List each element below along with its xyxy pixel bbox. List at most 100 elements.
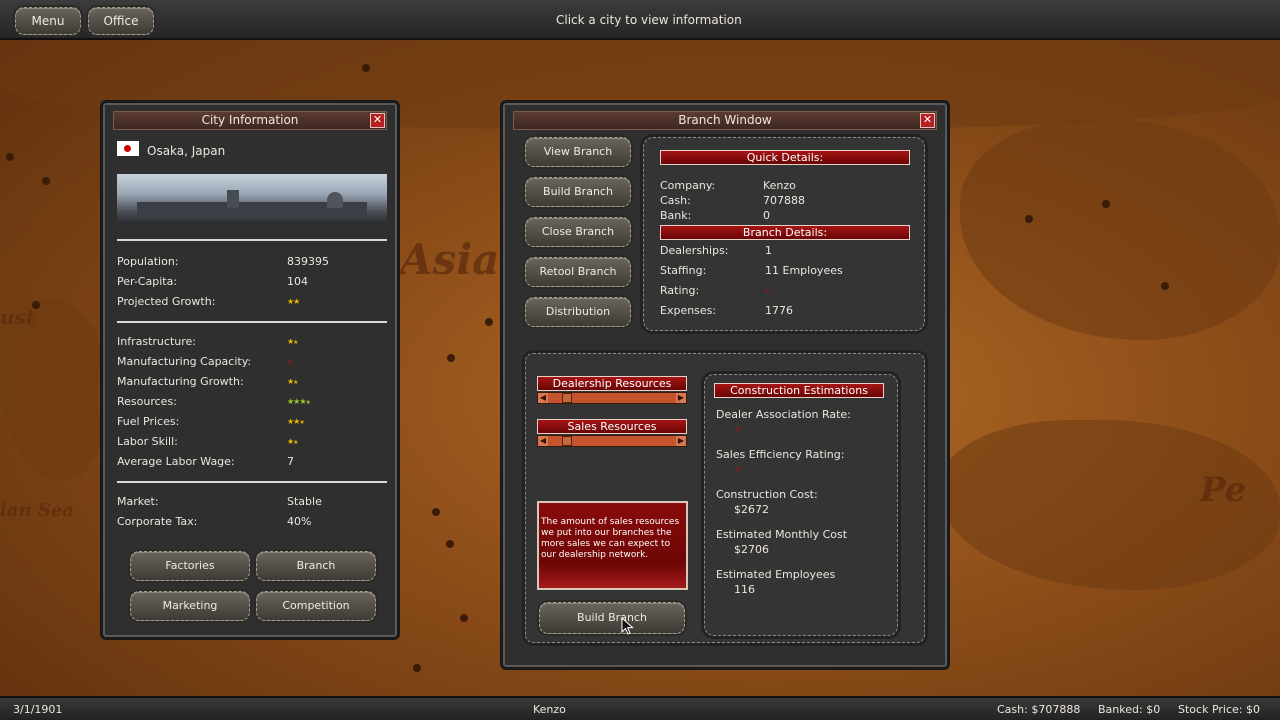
dealership-resources-slider[interactable]: ◀ ▶ — [537, 392, 687, 404]
sales-resources-slider[interactable]: ◀ ▶ — [537, 435, 687, 447]
map-label-right: Pe — [1200, 470, 1247, 510]
city-marker[interactable] — [42, 177, 50, 185]
employees-value: 116 — [734, 583, 755, 596]
quick-details-panel: Quick Details: Company: Kenzo Cash: 7078… — [643, 137, 925, 331]
slider-right-arrow-icon[interactable]: ▶ — [676, 436, 686, 446]
competition-button[interactable]: Competition — [256, 591, 376, 621]
rating-stars: ★ — [765, 288, 770, 295]
sales-efficiency-label: Sales Efficiency Rating: — [716, 448, 845, 461]
office-button[interactable]: Office — [88, 7, 154, 35]
close-icon[interactable]: ✕ — [370, 113, 385, 128]
stat-stars: ★★★★ — [287, 397, 311, 406]
construction-estimations-header: Construction Estimations — [714, 383, 884, 398]
construction-cost-value: $2672 — [734, 503, 769, 516]
distribution-button[interactable]: Distribution — [525, 297, 631, 327]
construction-cost-label: Construction Cost: — [716, 488, 818, 501]
city-marker[interactable] — [1161, 282, 1169, 290]
view-branch-button[interactable]: View Branch — [525, 137, 631, 167]
city-marker[interactable] — [1102, 200, 1110, 208]
stat-value: 40% — [287, 515, 312, 528]
description-box: The amount of sales resources we put int… — [537, 501, 688, 590]
stat-stars: ★★★ — [287, 417, 305, 426]
divider — [117, 321, 387, 323]
close-branch-button[interactable]: Close Branch — [525, 217, 631, 247]
company-name-text: Kenzo — [533, 703, 566, 716]
expenses-label: Expenses: — [660, 304, 717, 317]
monthly-cost-label: Estimated Monthly Cost — [716, 528, 848, 541]
city-marker[interactable] — [446, 540, 454, 548]
mouse-cursor-icon — [621, 617, 634, 635]
top-bar: Menu Office Click a city to view informa… — [0, 0, 1280, 40]
company-label: Company: — [660, 179, 716, 192]
city-marker[interactable] — [432, 508, 440, 516]
stat-label: Per-Capita: — [117, 275, 178, 288]
branch-window-title: Branch Window ✕ — [513, 111, 937, 130]
staffing-value: 11 Employees — [765, 264, 843, 277]
stat-label: Projected Growth: — [117, 295, 216, 308]
stat-stars: ★★ — [287, 437, 299, 446]
stat-label: Fuel Prices: — [117, 415, 180, 428]
status-bar: 3/1/1901 Kenzo Cash: $707888 Banked: $0 … — [0, 696, 1280, 720]
branch-window-panel: Branch Window ✕ View Branch Build Branch… — [500, 100, 950, 670]
stat-stars: ★★ — [287, 297, 300, 306]
dealership-resources-header: Dealership Resources — [537, 376, 687, 391]
dealerships-label: Dealerships: — [660, 244, 729, 257]
slider-left-arrow-icon[interactable]: ◀ — [538, 436, 548, 446]
dealer-rate-label: Dealer Association Rate: — [716, 408, 851, 421]
construction-estimations-panel: Construction Estimations Dealer Associat… — [704, 374, 898, 636]
slider-right-arrow-icon[interactable]: ▶ — [676, 393, 686, 403]
build-branch-side-button[interactable]: Build Branch — [525, 177, 631, 207]
build-branch-button[interactable]: Build Branch — [539, 602, 685, 634]
city-skyline-image — [117, 174, 387, 224]
stat-label: Labor Skill: — [117, 435, 178, 448]
city-marker[interactable] — [485, 318, 493, 326]
japan-flag-icon — [117, 141, 139, 156]
city-marker[interactable] — [1025, 215, 1033, 223]
stat-label: Corporate Tax: — [117, 515, 198, 528]
employees-label: Estimated Employees — [716, 568, 836, 581]
city-info-title-text: City Information — [201, 113, 299, 127]
menu-button[interactable]: Menu — [15, 7, 81, 35]
stat-stars: ★★ — [287, 377, 299, 386]
rating-label: Rating: — [660, 284, 700, 297]
stat-value: 104 — [287, 275, 308, 288]
city-marker[interactable] — [362, 64, 370, 72]
quick-details-header: Quick Details: — [660, 150, 910, 165]
cash-value: 707888 — [763, 194, 805, 207]
branch-button[interactable]: Branch — [256, 551, 376, 581]
city-name: Osaka, Japan — [147, 144, 226, 158]
divider — [117, 481, 387, 483]
cash-label: Cash: — [660, 194, 691, 207]
slider-left-arrow-icon[interactable]: ◀ — [538, 393, 548, 403]
stat-label: Manufacturing Growth: — [117, 375, 244, 388]
city-marker[interactable] — [460, 614, 468, 622]
branch-window-title-text: Branch Window — [678, 113, 772, 127]
stat-label: Resources: — [117, 395, 177, 408]
slider-thumb[interactable] — [562, 436, 572, 446]
monthly-cost-value: $2706 — [734, 543, 769, 556]
city-marker[interactable] — [447, 354, 455, 362]
marketing-button[interactable]: Marketing — [130, 591, 250, 621]
stat-stars: ★★ — [287, 337, 299, 346]
dealer-rate-stars: ★ — [735, 426, 740, 433]
stat-label: Infrastructure: — [117, 335, 196, 348]
city-marker[interactable] — [6, 153, 14, 161]
map-label-left: ust — [0, 305, 36, 329]
expenses-value: 1776 — [765, 304, 793, 317]
factories-button[interactable]: Factories — [130, 551, 250, 581]
staffing-label: Staffing: — [660, 264, 707, 277]
slider-thumb[interactable] — [562, 393, 572, 403]
close-icon[interactable]: ✕ — [920, 113, 935, 128]
company-value: Kenzo — [763, 179, 796, 192]
retool-branch-button[interactable]: Retool Branch — [525, 257, 631, 287]
stat-value: Stable — [287, 495, 322, 508]
build-section-panel: Dealership Resources ◀ ▶ Sales Resources… — [525, 353, 925, 643]
stat-label: Manufacturing Capacity: — [117, 355, 252, 368]
city-marker[interactable] — [32, 301, 40, 309]
stock-price-status: Stock Price: $0 — [1178, 703, 1260, 716]
stat-stars: ★ — [287, 359, 292, 366]
stat-label: Population: — [117, 255, 179, 268]
bank-value: 0 — [763, 209, 770, 222]
branch-details-header: Branch Details: — [660, 225, 910, 240]
city-marker[interactable] — [413, 664, 421, 672]
